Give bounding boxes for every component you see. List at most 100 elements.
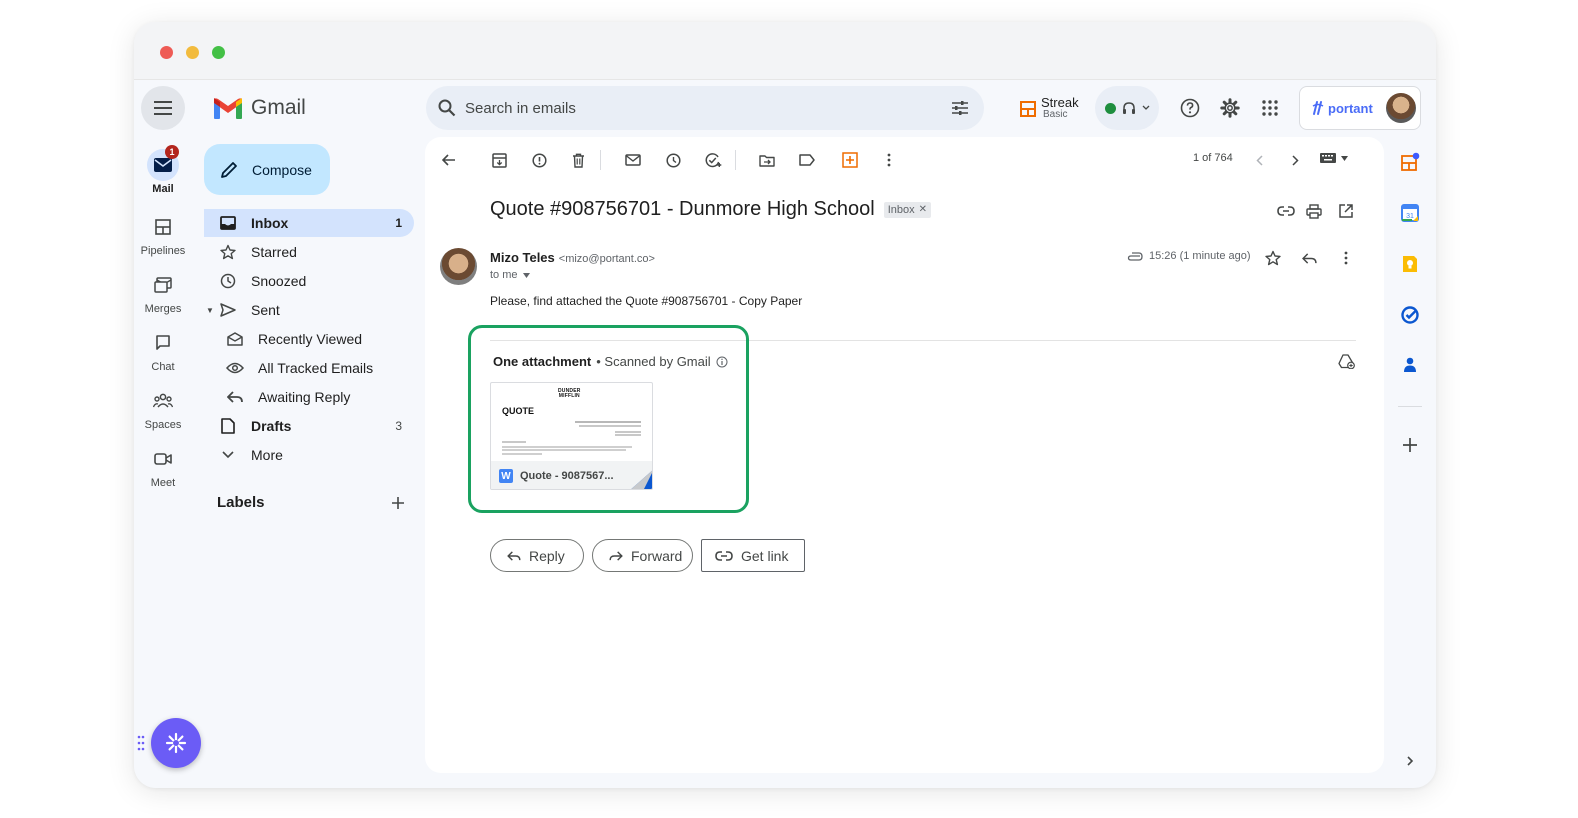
nav-item-awaiting-reply[interactable]: Awaiting Reply — [211, 383, 421, 411]
scanned-text: • Scanned by Gmail — [596, 354, 711, 369]
print-button[interactable] — [1304, 201, 1324, 221]
expand-caret-icon[interactable]: ▼ — [206, 306, 214, 315]
open-new-window-button[interactable] — [1336, 201, 1356, 221]
account-switcher[interactable]: portant — [1299, 86, 1421, 130]
tracked-label: All Tracked Emails — [258, 360, 374, 376]
nav-item-recently-viewed[interactable]: Recently Viewed — [211, 325, 421, 353]
report-spam-button[interactable] — [527, 148, 551, 172]
newer-button[interactable] — [1247, 148, 1271, 172]
inbox-count: 1 — [395, 216, 402, 230]
settings-button[interactable] — [1218, 96, 1242, 120]
clock-icon — [218, 271, 238, 291]
snooze-button[interactable] — [661, 148, 685, 172]
search-bar[interactable]: Search in emails — [426, 86, 984, 130]
apps-button[interactable] — [1258, 96, 1282, 120]
rail-item-pipelines[interactable]: Pipelines — [134, 211, 192, 257]
input-tools-button[interactable] — [1320, 153, 1348, 163]
attachment-card[interactable]: DUNDER MIFFLIN QUOTE W Quote - 9087567..… — [490, 382, 653, 490]
streak-badge[interactable]: Streak Basic — [1020, 96, 1079, 121]
rail-item-meet[interactable]: Meet — [134, 443, 192, 489]
streak-sidebar-button[interactable] — [1400, 152, 1420, 172]
rail-label-merges: Merges — [144, 303, 182, 315]
more-options-button[interactable] — [877, 148, 901, 172]
nav-item-inbox[interactable]: Inbox 1 — [204, 209, 414, 237]
get-addons-button[interactable] — [1400, 435, 1420, 455]
sender-avatar[interactable] — [440, 248, 477, 285]
calendar-sidebar-button[interactable]: 31 — [1400, 203, 1420, 223]
older-button[interactable] — [1283, 148, 1307, 172]
archive-button[interactable] — [487, 148, 511, 172]
headset-icon — [1123, 101, 1135, 114]
merges-icon — [147, 269, 179, 301]
keep-sidebar-button[interactable] — [1400, 254, 1420, 274]
close-window-button[interactable] — [160, 46, 173, 59]
add-to-drive-button[interactable] — [1336, 351, 1356, 371]
avatar[interactable] — [1386, 93, 1416, 123]
maximize-window-button[interactable] — [212, 46, 225, 59]
nav-item-tracked[interactable]: All Tracked Emails — [211, 354, 421, 382]
back-button[interactable] — [437, 148, 461, 172]
rail-item-mail[interactable]: 1 Mail — [134, 145, 192, 195]
mail-badge: 1 — [165, 145, 179, 159]
reply-arrow-icon — [225, 387, 245, 407]
search-options-icon[interactable] — [951, 100, 969, 116]
assistant-fab-button[interactable] — [151, 718, 201, 768]
send-icon — [218, 300, 238, 320]
nav-item-snoozed[interactable]: Snoozed — [204, 267, 414, 295]
message-more-button[interactable] — [1336, 248, 1356, 268]
streak-box-button[interactable] — [838, 148, 862, 172]
chevron-down-icon — [218, 445, 238, 465]
nav-item-drafts[interactable]: Drafts 3 — [204, 412, 414, 440]
labels-button[interactable] — [795, 148, 819, 172]
drag-handle-icon[interactable] — [137, 735, 145, 751]
move-to-button[interactable] — [755, 148, 779, 172]
sender-name[interactable]: Mizo Teles — [490, 250, 555, 265]
search-input[interactable]: Search in emails — [465, 100, 576, 117]
add-label-button[interactable] — [387, 492, 409, 514]
awaiting-label: Awaiting Reply — [258, 389, 351, 405]
tasks-sidebar-button[interactable] — [1400, 305, 1420, 325]
hide-side-panel-button[interactable] — [1400, 751, 1420, 771]
contacts-sidebar-button[interactable] — [1400, 355, 1420, 375]
doc-logo-line2: MIFFLIN — [558, 393, 580, 399]
nav-item-starred[interactable]: Starred — [204, 238, 414, 266]
help-button[interactable] — [1178, 96, 1202, 120]
doc-logo: DUNDER MIFFLIN — [558, 389, 581, 399]
rail-item-merges[interactable]: Merges — [134, 269, 192, 315]
rail-item-spaces[interactable]: Spaces — [134, 385, 192, 431]
info-icon[interactable] — [716, 356, 728, 368]
meet-icon — [147, 443, 179, 475]
doc-text-line — [615, 431, 641, 433]
search-icon[interactable] — [438, 99, 456, 117]
star-message-button[interactable] — [1263, 248, 1283, 268]
spaces-icon — [147, 385, 179, 417]
minimize-window-button[interactable] — [186, 46, 199, 59]
gmail-logo[interactable]: Gmail — [214, 96, 306, 120]
nav-item-more[interactable]: More — [204, 441, 414, 469]
attachment-title: One attachment — [493, 354, 592, 369]
delete-button[interactable] — [566, 148, 590, 172]
nav-item-sent[interactable]: ▼ Sent — [204, 296, 414, 324]
star-icon — [218, 242, 238, 262]
status-toggle[interactable] — [1095, 86, 1159, 130]
eye-icon — [225, 358, 245, 378]
starred-label: Starred — [251, 244, 297, 260]
compose-button[interactable]: Compose — [204, 144, 330, 195]
labels-heading: Labels — [217, 494, 265, 511]
recipient-details[interactable]: to me — [490, 269, 530, 281]
move-folder-icon — [759, 154, 775, 167]
rail-item-chat[interactable]: Chat — [134, 327, 192, 373]
svg-text:31: 31 — [1406, 213, 1414, 220]
main-menu-button[interactable] — [141, 86, 185, 130]
reply-button[interactable]: Reply — [490, 539, 584, 572]
subject-line: Quote #908756701 - Dunmore High School I… — [490, 198, 932, 221]
reply-icon-button[interactable] — [1299, 248, 1319, 268]
copy-link-button[interactable] — [1276, 201, 1296, 221]
mark-unread-button[interactable] — [621, 148, 645, 172]
add-task-button[interactable] — [701, 148, 725, 172]
streak-icon — [1020, 101, 1036, 117]
get-link-button[interactable]: Get link — [701, 539, 805, 572]
remove-label-icon[interactable]: ✕ — [919, 204, 927, 215]
forward-button[interactable]: Forward — [592, 539, 693, 572]
drive-add-icon — [1337, 353, 1355, 369]
